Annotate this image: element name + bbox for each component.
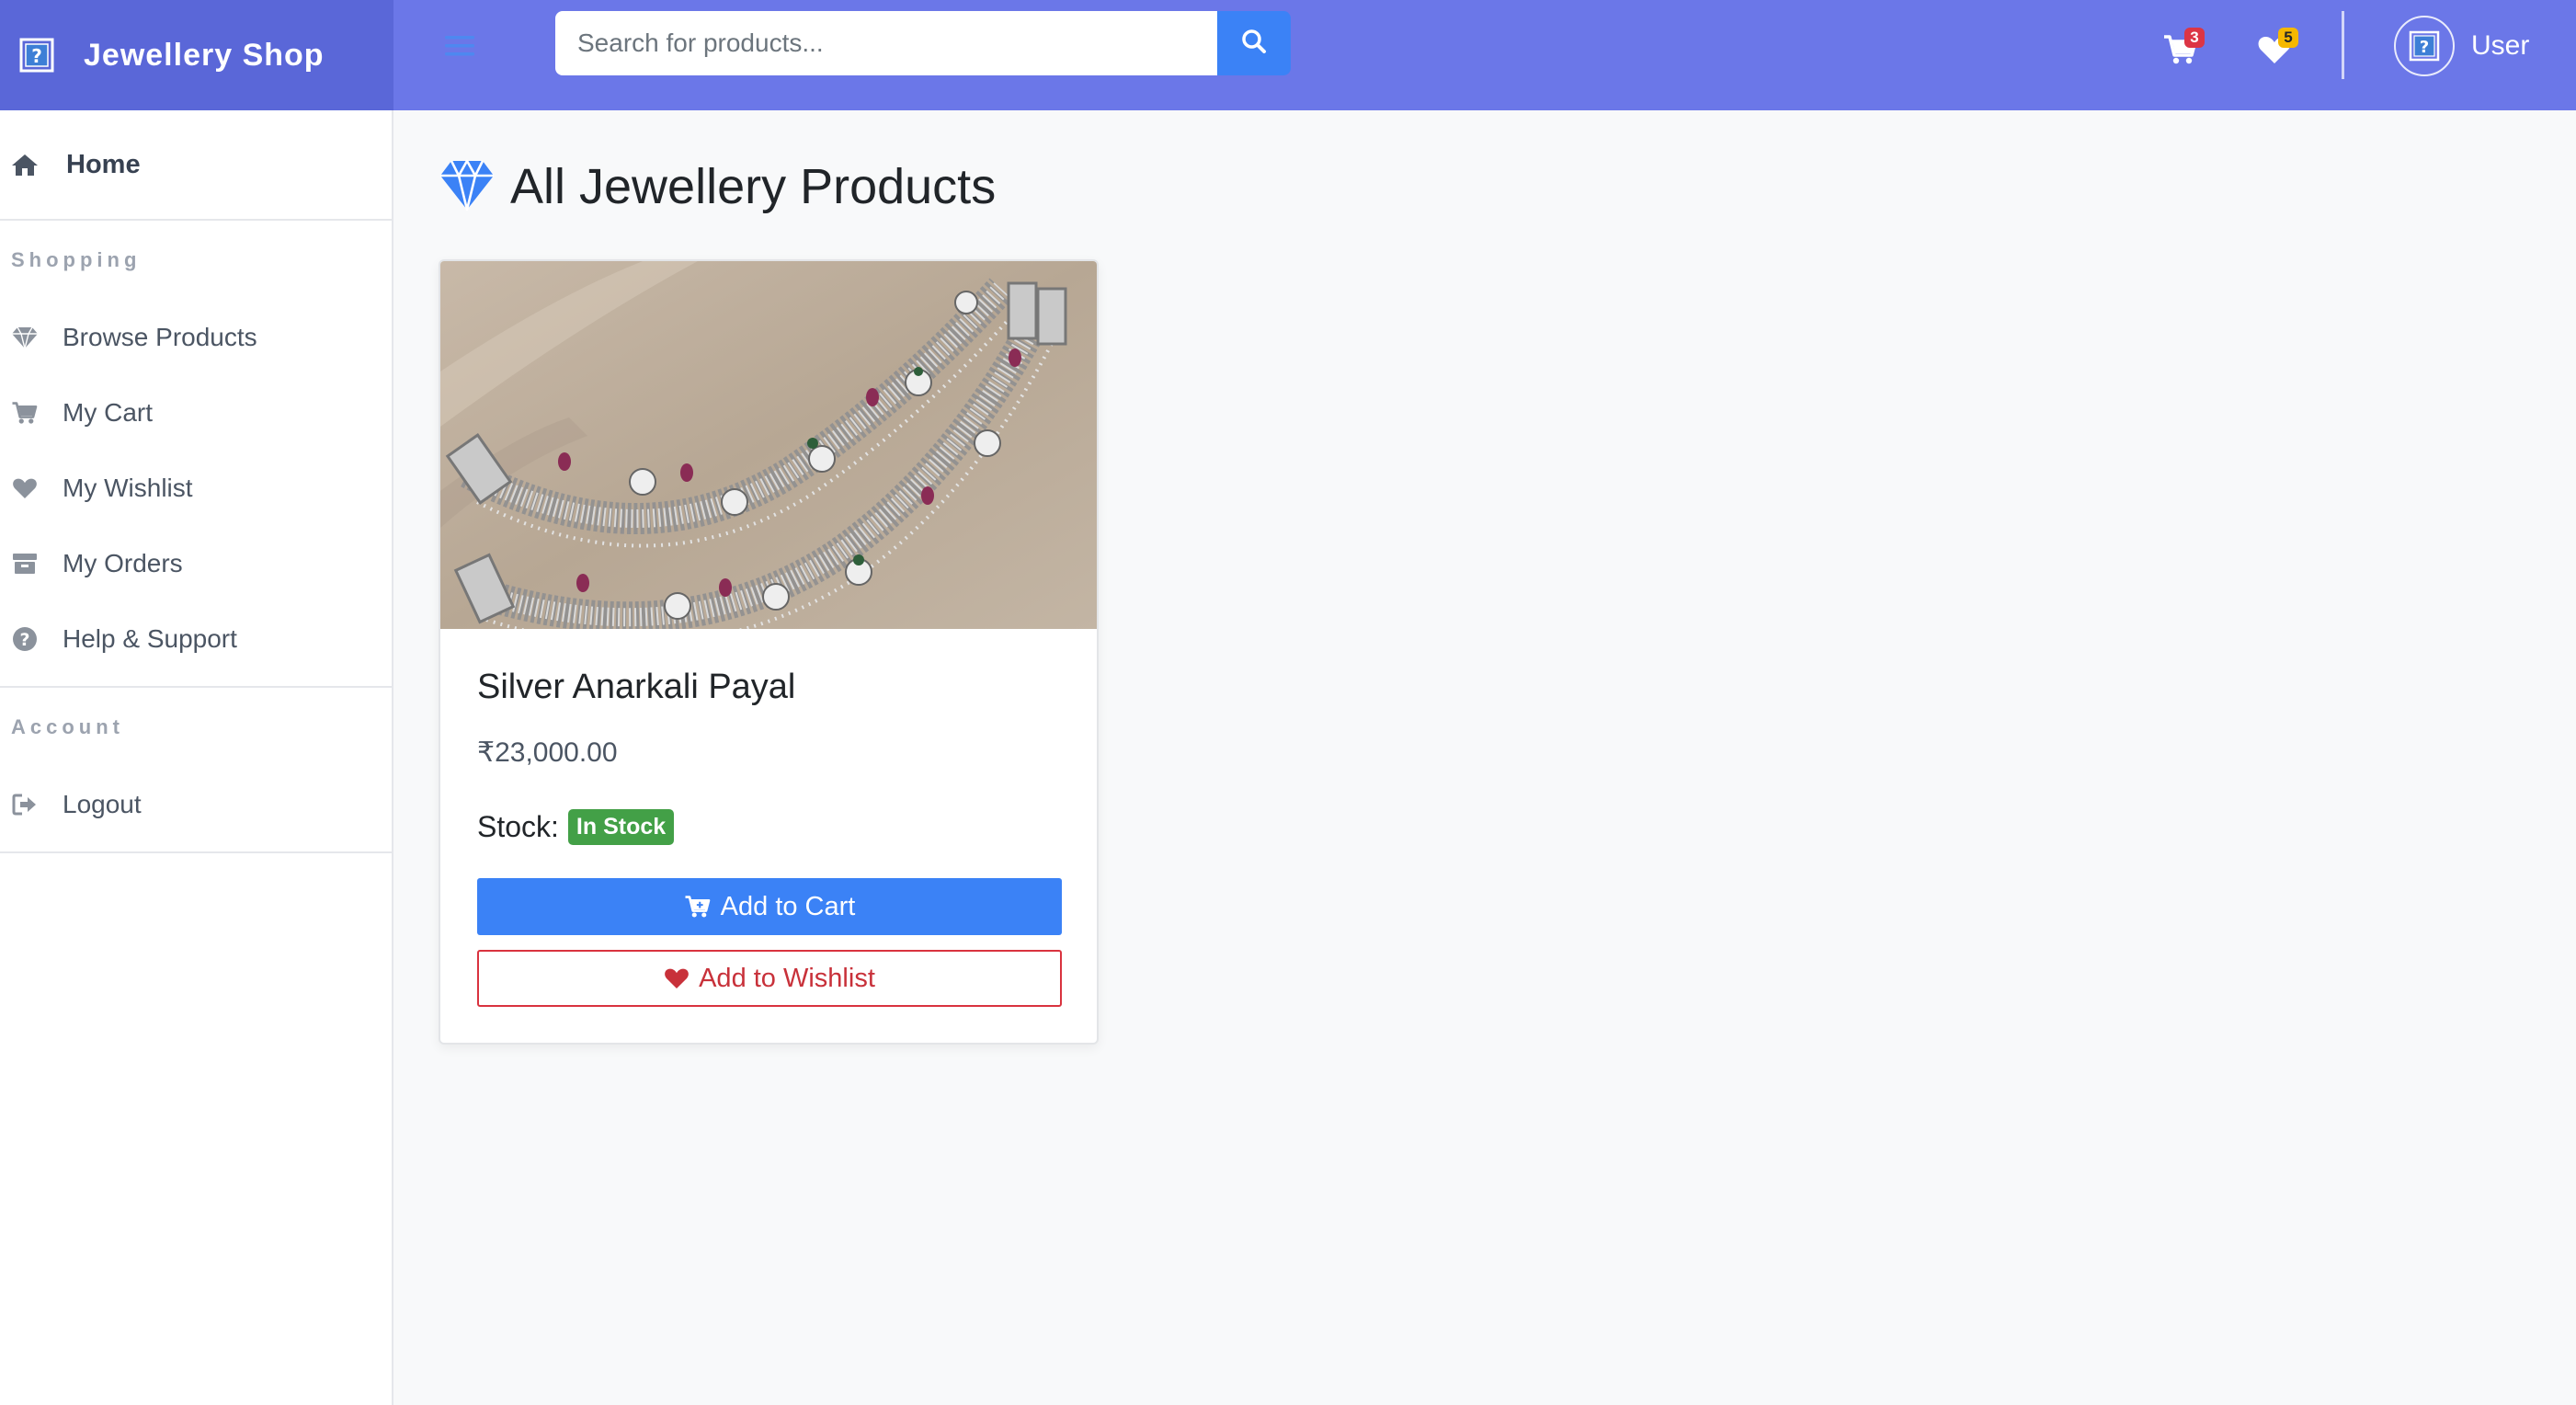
avatar: ? — [2394, 16, 2455, 76]
heart-icon — [11, 474, 39, 502]
brand-name: Jewellery Shop — [84, 37, 325, 73]
sidebar-item-label: Logout — [63, 790, 142, 818]
sidebar-item-label: My Orders — [63, 549, 183, 577]
brand[interactable]: ? Jewellery Shop — [0, 0, 393, 110]
cart-button[interactable]: 3 — [2153, 26, 2208, 77]
sidebar-item-label: Browse Products — [63, 323, 257, 351]
sidebar-item-my-cart[interactable]: My Cart — [0, 375, 392, 451]
sidebar-item-label: My Cart — [63, 398, 153, 427]
page-title: All Jewellery Products — [439, 154, 996, 219]
product-image[interactable] — [440, 261, 1097, 629]
top-navbar: ? Jewellery Shop 3 — [0, 0, 2576, 110]
svg-text:?: ? — [31, 45, 42, 67]
cart-icon — [11, 399, 39, 427]
search-button[interactable] — [1217, 11, 1291, 75]
status-badge: In Stock — [567, 809, 675, 845]
user-menu[interactable]: ? User — [2394, 15, 2529, 77]
sidebar-item-logout[interactable]: Logout — [0, 767, 392, 842]
sidebar-divider — [0, 851, 392, 853]
wishlist-count-badge: 5 — [2278, 28, 2298, 48]
search-icon — [1240, 28, 1268, 60]
diamond-icon — [11, 324, 39, 351]
product-price: ₹23,000.00 — [477, 737, 618, 768]
add-to-cart-button[interactable]: Add to Cart — [477, 878, 1062, 935]
sidebar-section-heading: Shopping — [11, 248, 142, 271]
sign-out-icon — [11, 791, 39, 818]
diamond-icon — [439, 158, 496, 216]
sidebar-item-label: Help & Support — [63, 624, 237, 653]
page-title-text: All Jewellery Products — [510, 159, 997, 214]
hamburger-icon[interactable] — [441, 31, 478, 61]
header-divider — [2342, 11, 2344, 79]
sidebar-item-label: My Wishlist — [63, 474, 193, 502]
heart-icon — [664, 966, 690, 990]
add-to-cart-label: Add to Cart — [720, 891, 856, 921]
product-card[interactable]: Silver Anarkali Payal ₹23,000.00 Stock: … — [439, 259, 1099, 1045]
svg-text:?: ? — [19, 630, 29, 650]
stock-label: Stock: — [477, 810, 559, 843]
search-input[interactable] — [555, 11, 1217, 75]
sidebar-item-my-wishlist[interactable]: My Wishlist — [0, 451, 392, 526]
add-to-wishlist-button[interactable]: Add to Wishlist — [477, 950, 1062, 1007]
sidebar: Home Shopping Browse Products My Cart My… — [0, 110, 393, 1405]
sidebar-item-label: Home — [66, 149, 141, 179]
add-to-wishlist-label: Add to Wishlist — [699, 963, 875, 993]
sidebar-item-home[interactable]: Home — [0, 110, 392, 219]
sidebar-item-help-support[interactable]: ? Help & Support — [0, 601, 392, 677]
svg-text:?: ? — [2420, 38, 2429, 57]
cart-plus-icon — [684, 894, 712, 920]
home-icon — [11, 151, 39, 178]
question-box-icon: ? — [2409, 30, 2440, 62]
cart-count-badge: 3 — [2184, 28, 2205, 48]
sidebar-item-my-orders[interactable]: My Orders — [0, 526, 392, 601]
sidebar-item-browse-products[interactable]: Browse Products — [0, 300, 392, 375]
product-name[interactable]: Silver Anarkali Payal — [477, 668, 1060, 707]
box-icon — [11, 550, 39, 577]
wishlist-button[interactable]: 5 — [2247, 26, 2302, 77]
sidebar-section-heading: Account — [11, 715, 124, 738]
question-circle-icon: ? — [11, 625, 39, 653]
question-box-icon: ? — [18, 37, 55, 74]
user-name: User — [2471, 30, 2530, 61]
